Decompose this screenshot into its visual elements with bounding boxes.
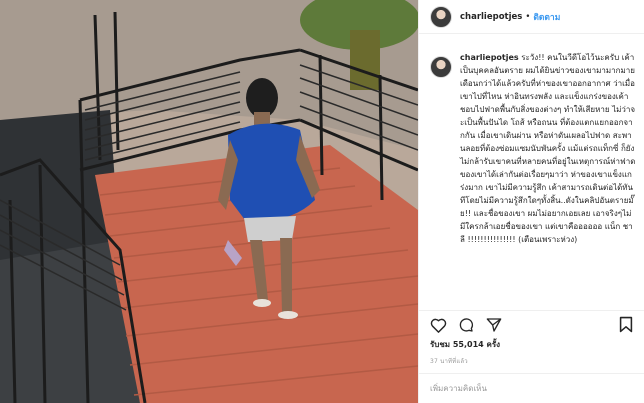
caption-section: charliepotjes ระวัง!! คนในวีดีโอไว้นะครั… (419, 51, 644, 309)
post-panel: charliepotjes • ติดตาม charliepotjes ระว… (418, 0, 644, 403)
post-header: charliepotjes • ติดตาม (419, 0, 644, 34)
post-video[interactable] (0, 0, 418, 403)
caption-text: ระวัง!! คนในวีดีโอไว้นะครับ เค้าเป็นบุคค… (460, 53, 636, 244)
comment-icon[interactable] (457, 316, 475, 334)
action-bar (419, 310, 644, 338)
username[interactable]: charliepotjes (460, 12, 522, 22)
caption-username[interactable]: charliepotjes (460, 53, 519, 62)
comment-input[interactable]: เพิ่มความคิดเห็น (419, 373, 644, 403)
share-icon[interactable] (485, 316, 503, 334)
caption: charliepotjes ระวัง!! คนในวีดีโอไว้นะครั… (460, 51, 636, 309)
view-count: รับชม 55,014 ครั้ง (430, 340, 501, 349)
separator-dot: • (525, 11, 531, 22)
caption-avatar[interactable] (430, 56, 452, 78)
video-frame (0, 0, 418, 403)
timestamp[interactable]: 37 นาทีที่แล้ว (430, 356, 468, 366)
avatar[interactable] (430, 5, 452, 28)
follow-button[interactable]: ติดตาม (533, 10, 560, 24)
heart-icon[interactable] (429, 316, 447, 334)
bookmark-icon[interactable] (617, 316, 635, 334)
